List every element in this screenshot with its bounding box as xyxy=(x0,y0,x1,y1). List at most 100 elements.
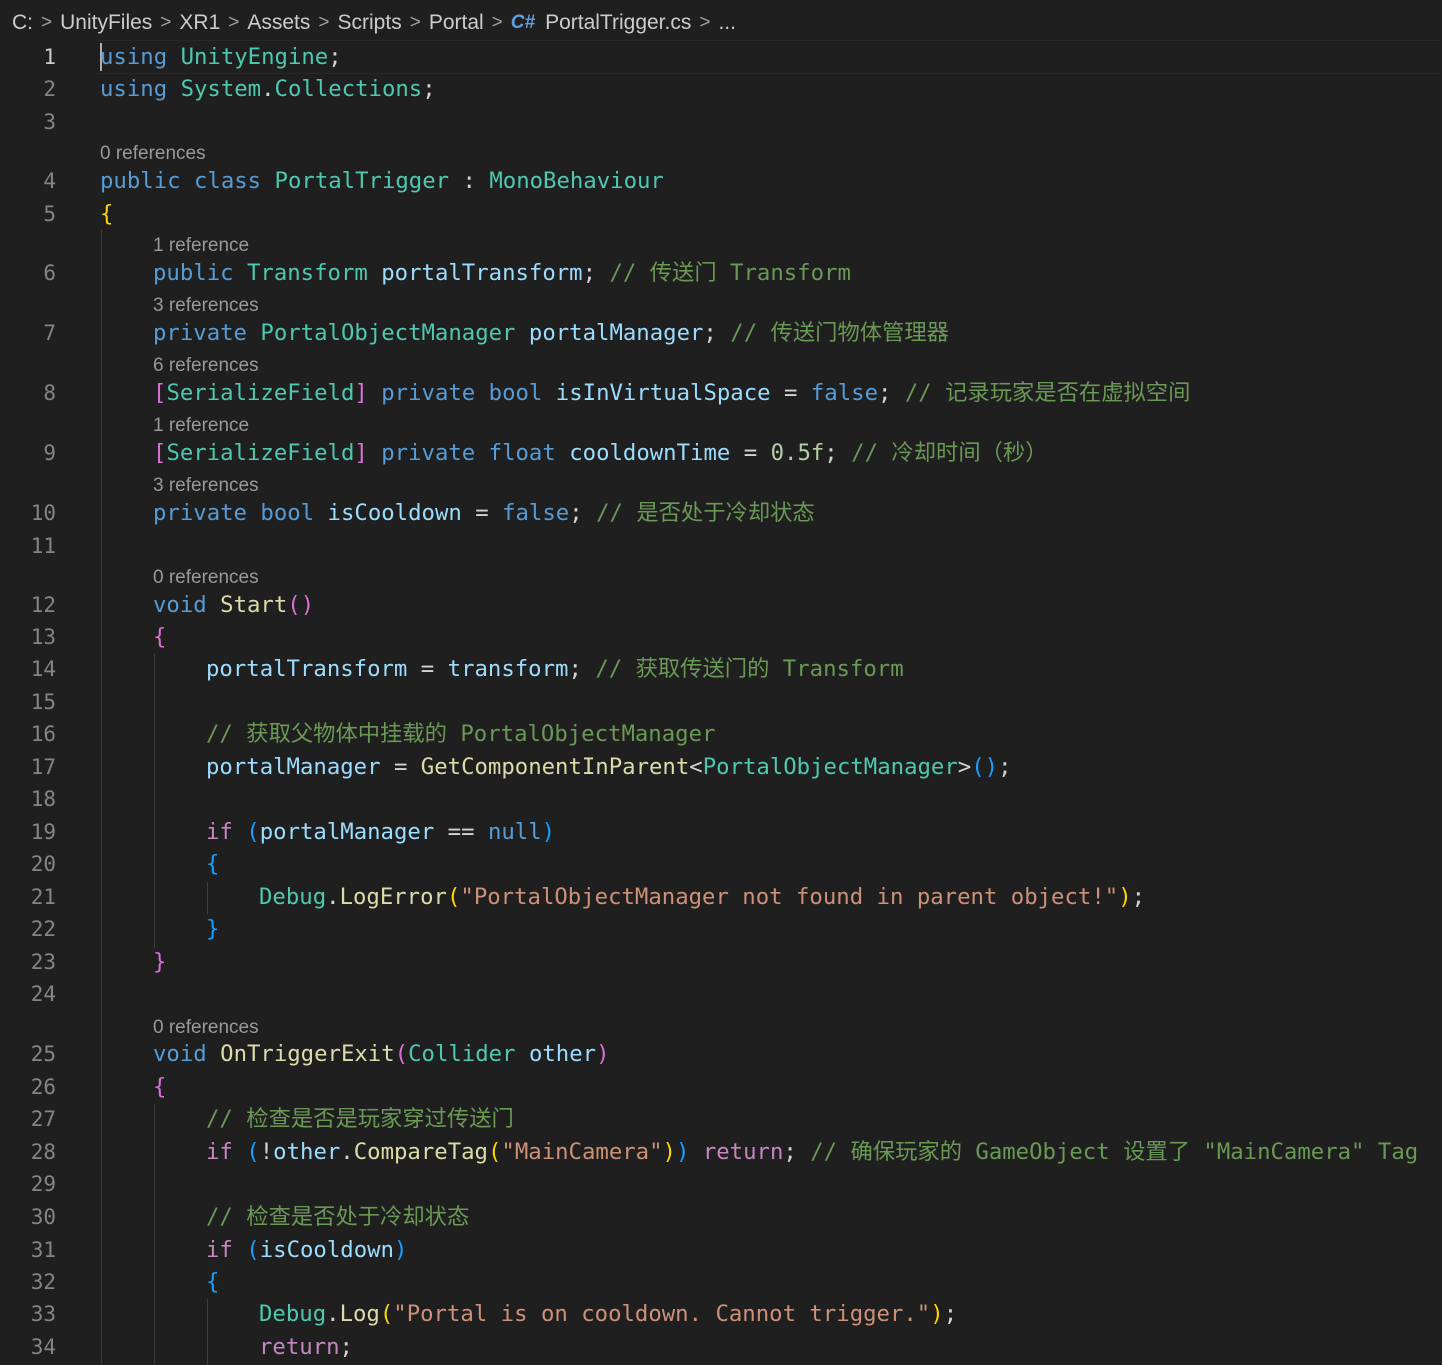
code-line[interactable]: [SerializeField] private float cooldownT… xyxy=(153,438,1048,468)
line-number: 1 xyxy=(43,45,56,69)
chevron-right-icon: > xyxy=(318,12,330,33)
breadcrumb-folder-assets[interactable]: Assets xyxy=(247,11,310,35)
code-line[interactable]: Debug.LogError("PortalObjectManager not … xyxy=(259,882,1145,912)
code-token: { xyxy=(206,1269,220,1295)
code-token: if xyxy=(206,1139,233,1165)
breadcrumb-folder-scripts[interactable]: Scripts xyxy=(338,11,402,35)
code-line[interactable]: // 检查是否是玩家穿过传送门 xyxy=(206,1104,514,1134)
code-line[interactable]: using System.Collections; xyxy=(100,74,436,104)
code-token: ) xyxy=(930,1301,944,1327)
code-token: private xyxy=(381,380,476,406)
code-token: isCooldown xyxy=(327,500,462,526)
code-line[interactable]: // 检查是否处于冷却状态 xyxy=(206,1202,469,1232)
code-token: "Portal is on cooldown. Cannot trigger." xyxy=(393,1301,931,1327)
code-token: GetComponentInParent xyxy=(420,754,690,780)
breadcrumb-symbols[interactable]: ... xyxy=(718,11,736,35)
code-line[interactable]: [SerializeField] private bool isInVirtua… xyxy=(153,378,1190,408)
chevron-right-icon: > xyxy=(491,12,503,33)
code-token: ; xyxy=(943,1301,958,1327)
code-token: . xyxy=(326,1301,340,1327)
breadcrumb-folder-portal[interactable]: Portal xyxy=(429,11,484,35)
code-token: CompareTag xyxy=(353,1139,488,1165)
code-line[interactable]: private bool isCooldown = false; // 是否处于… xyxy=(153,498,815,528)
code-line[interactable]: void OnTriggerExit(Collider other) xyxy=(153,1039,610,1069)
code-token: SerializeField xyxy=(166,440,355,466)
breadcrumb-file[interactable]: PortalTrigger.cs xyxy=(545,11,691,35)
codelens-references[interactable]: 6 references xyxy=(153,353,259,379)
codelens-references[interactable]: 0 references xyxy=(153,1015,259,1041)
code-token: false xyxy=(502,500,570,526)
code-token: } xyxy=(153,949,167,975)
code-token: class xyxy=(193,168,262,194)
line-number: 29 xyxy=(30,1172,56,1196)
codelens-references[interactable]: 0 references xyxy=(153,565,259,591)
code-token: ; xyxy=(328,44,342,70)
code-token: private xyxy=(381,440,476,466)
line-number: 16 xyxy=(30,722,56,746)
code-line[interactable]: if (!other.CompareTag("MainCamera")) ret… xyxy=(206,1137,1418,1167)
code-line[interactable]: } xyxy=(206,914,219,944)
breadcrumb-drive[interactable]: C: xyxy=(12,11,33,35)
code-line[interactable]: public class PortalTrigger : MonoBehavio… xyxy=(100,166,664,196)
code-token: isInVirtualSpace xyxy=(555,380,771,406)
code-line[interactable]: portalTransform = transform; // 获取传送门的 T… xyxy=(206,654,904,684)
code-line[interactable]: } xyxy=(153,947,166,977)
code-line[interactable]: { xyxy=(206,1267,219,1297)
code-token: // 检查是否是玩家穿过传送门 xyxy=(206,1106,514,1132)
code-line[interactable]: private PortalObjectManager portalManage… xyxy=(153,318,949,348)
code-token: ; xyxy=(878,380,905,406)
code-line[interactable]: if (portalManager == null) xyxy=(206,817,555,847)
codelens-references[interactable]: 1 reference xyxy=(153,233,249,259)
code-token: bool xyxy=(488,380,543,406)
code-token: = xyxy=(407,656,448,682)
code-token: MonoBehaviour xyxy=(489,168,664,194)
code-token: Transform xyxy=(246,260,368,286)
indent-guide xyxy=(154,654,155,948)
code-token: ; xyxy=(1131,884,1146,910)
code-line[interactable]: Debug.Log("Portal is on cooldown. Cannot… xyxy=(259,1299,957,1329)
line-number: 18 xyxy=(30,787,56,811)
code-token: using xyxy=(100,76,168,102)
codelens-references[interactable]: 0 references xyxy=(100,141,206,167)
breadcrumb-folder-unityfiles[interactable]: UnityFiles xyxy=(60,11,152,35)
line-number: 6 xyxy=(43,261,56,285)
codelens-references[interactable]: 1 reference xyxy=(153,413,249,439)
code-editor[interactable]: C: > UnityFiles > XR1 > Assets > Scripts > Po… xyxy=(0,0,1442,1365)
code-line[interactable]: public Transform portalTransform; // 传送门… xyxy=(153,258,851,288)
code-line[interactable]: using UnityEngine; xyxy=(100,42,342,72)
indent-guide xyxy=(207,882,208,914)
code-token: PortalObjectManager xyxy=(702,754,958,780)
code-token: // 冷却时间（秒） xyxy=(851,440,1048,466)
breadcrumb-folder-xr1[interactable]: XR1 xyxy=(179,11,220,35)
code-token: ; xyxy=(703,320,731,346)
code-line[interactable]: { xyxy=(100,199,113,229)
line-number: 21 xyxy=(30,885,56,909)
code-token: transform xyxy=(447,656,569,682)
code-line[interactable]: // 获取父物体中挂载的 PortalObjectManager xyxy=(206,719,715,749)
code-line[interactable]: return; xyxy=(259,1332,353,1362)
code-token: > xyxy=(957,754,972,780)
code-line[interactable]: { xyxy=(153,622,166,652)
codelens-references[interactable]: 3 references xyxy=(153,293,259,319)
line-number: 9 xyxy=(43,441,56,465)
code-line[interactable]: { xyxy=(153,1072,166,1102)
code-token: isCooldown xyxy=(259,1237,394,1263)
line-number: 24 xyxy=(30,982,56,1006)
code-line[interactable]: void Start() xyxy=(153,590,314,620)
indent-guide xyxy=(154,1104,155,1365)
codelens-references[interactable]: 3 references xyxy=(153,473,259,499)
code-line[interactable]: if (isCooldown) xyxy=(206,1235,407,1265)
code-line[interactable]: { xyxy=(206,849,219,879)
code-token: "PortalObjectManager not found in parent… xyxy=(460,884,1119,910)
line-number: 28 xyxy=(30,1140,56,1164)
code-line[interactable]: portalManager = GetComponentInParent<Por… xyxy=(206,752,1012,782)
code-token: UnityEngine xyxy=(180,44,329,70)
text-cursor xyxy=(100,43,102,71)
